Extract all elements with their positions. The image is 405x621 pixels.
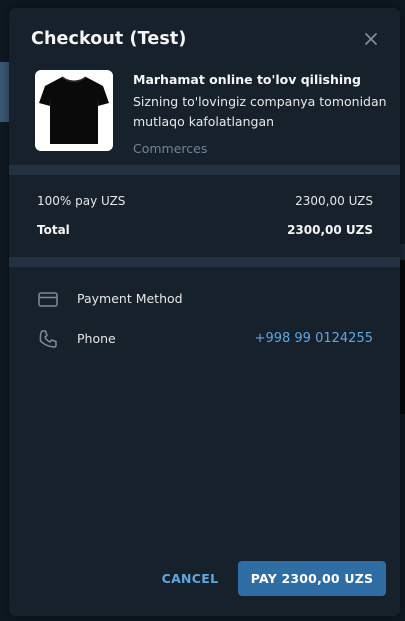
price-value: 2300,00 UZS: [295, 194, 373, 208]
dialog-header: Checkout (Test): [9, 8, 400, 70]
phone-row[interactable]: Phone +998 99 0124255: [9, 318, 400, 358]
section-divider: [9, 165, 400, 175]
phone-value: +998 99 0124255: [254, 331, 373, 346]
phone-icon: [37, 328, 59, 350]
dialog-title: Checkout (Test): [31, 29, 187, 49]
cancel-button[interactable]: CANCEL: [157, 561, 223, 595]
payment-method-label: Payment Method: [77, 291, 183, 306]
product-info: Marhamat online to'lov qilishing Sizning…: [9, 70, 400, 164]
pay-button[interactable]: PAY 2300,00 UZS: [238, 561, 386, 596]
product-title: Marhamat online to'lov qilishing: [133, 72, 361, 87]
phone-label: Phone: [77, 331, 116, 346]
price-label: 100% pay UZS: [37, 194, 126, 208]
tshirt-icon: [35, 70, 113, 151]
checkout-dialog: Checkout (Test) Marhamat online to'lov q…: [9, 8, 400, 616]
background-panel-left: [0, 62, 9, 122]
product-description: Sizning to'lovingiz companya tomonidan m…: [133, 94, 387, 129]
close-icon[interactable]: [360, 28, 382, 50]
credit-card-icon: [37, 288, 59, 310]
total-label: Total: [37, 223, 70, 237]
total-value: 2300,00 UZS: [287, 223, 373, 237]
shop-name: Commerces: [133, 141, 208, 156]
section-divider: [9, 257, 400, 267]
payment-method-row[interactable]: Payment Method: [9, 278, 400, 318]
